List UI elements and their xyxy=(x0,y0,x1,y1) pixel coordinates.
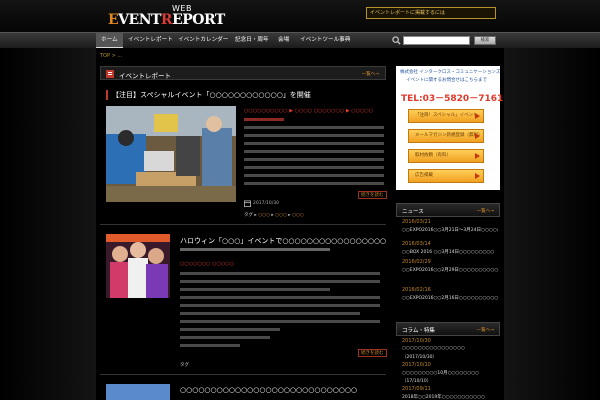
logo-brand: EVENTREPORT xyxy=(108,12,225,28)
news-date: 2016/03/21 xyxy=(402,219,431,225)
contact-ad: 株式会社 インタークロス・コミュニケーションズ イベントに関するお問合せはこちら… xyxy=(396,66,503,190)
arrow-right-icon xyxy=(475,173,480,179)
arrow-right-icon xyxy=(475,153,480,159)
breadcrumb[interactable]: TOP > ... xyxy=(100,53,122,59)
calendar-icon xyxy=(244,200,251,207)
news-more-link[interactable]: 一覧へ→ xyxy=(477,208,494,214)
nav-event-report[interactable]: イベントレポート xyxy=(128,33,173,48)
news-item[interactable]: ○○EXPO2016○○3月21日～3月24日○○○○○ xyxy=(402,227,498,233)
article-1-date: 2017/10/30 xyxy=(253,201,279,206)
nav-venue[interactable]: 会場 xyxy=(278,33,289,48)
column-item-date: （2017/10/30） xyxy=(402,355,437,360)
article-3-photo[interactable] xyxy=(106,384,170,400)
special-event-button[interactable]: 「注目！スペシャル」イベント xyxy=(408,109,484,123)
column-item[interactable]: 2018年○○2019年○○○○○○○○○○○ xyxy=(402,394,498,400)
article-3-title[interactable]: ○○○○○○○○○○○○○○○○○○○○○○○○○○○○○ xyxy=(180,386,386,396)
column-item[interactable]: ○○○○○○○○○10月○○○○○○○○ xyxy=(402,370,498,376)
article-2-tags: タグ xyxy=(180,363,189,368)
article-2-title[interactable]: ハロウィン「○○○」イベントで○○○○○○○○○○○○○○○○○○○○○○○○○… xyxy=(180,236,386,246)
site-header: WEB EVENTREPORT イベントレポートに掲載するには xyxy=(0,0,600,32)
column-date: 2017/10/30 xyxy=(402,338,431,344)
section-title: イベントレポート xyxy=(119,72,171,80)
news-date: 2016/02/16 xyxy=(402,287,431,293)
article-1-more[interactable]: 続きを読む xyxy=(358,191,387,199)
article-2-more[interactable]: 続きを読む xyxy=(358,349,387,357)
search-input[interactable] xyxy=(403,36,470,45)
news-item[interactable]: ○○EXPO2016○○2月29日○○○○○○○○○○ xyxy=(402,267,498,273)
ad-company: 株式会社 インタークロス・コミュニケーションズ xyxy=(400,70,501,75)
column-header: コラム・特集 一覧へ→ xyxy=(396,322,500,336)
arrow-right-icon xyxy=(475,113,480,119)
column-title: コラム・特集 xyxy=(402,328,435,334)
news-item[interactable]: ○○BOX 2016 ○○3月14日○○○○○○○○○ xyxy=(402,249,498,255)
article-1-photo[interactable] xyxy=(106,106,236,202)
newsletter-button[interactable]: メールマガジン新規登録（無料） xyxy=(408,129,484,143)
advertising-button[interactable]: 広告掲載 xyxy=(408,169,484,183)
search-button[interactable]: 検索 xyxy=(474,36,496,45)
nav-event-tools[interactable]: イベントツール事典 xyxy=(300,33,350,48)
article-title-bar xyxy=(106,90,108,100)
news-title: ニュース xyxy=(402,209,424,215)
section-more-link[interactable]: 一覧へ→ xyxy=(362,71,379,77)
site-logo[interactable]: WEB EVENTREPORT xyxy=(108,4,225,28)
article-2-tagline[interactable]: ○○○○○○○ ○○○○○ xyxy=(180,261,234,267)
column-more-link[interactable]: 一覧へ→ xyxy=(477,327,494,333)
column-date: 2017/09/11 xyxy=(402,386,431,392)
news-date: 2016/02/29 xyxy=(402,259,431,265)
news-header: ニュース 一覧へ→ xyxy=(396,203,500,217)
report-icon xyxy=(106,70,114,78)
right-background xyxy=(504,48,600,400)
nav-home[interactable]: ホーム xyxy=(96,33,123,48)
nav-event-calendar[interactable]: イベントカレンダー xyxy=(178,33,228,48)
news-date: 2016/03/14 xyxy=(402,241,431,247)
main-nav: ホーム イベントレポート イベントカレンダー 記念日・周年 会場 イベントツール… xyxy=(0,32,600,48)
article-2-photo[interactable] xyxy=(106,234,170,298)
article-1-tagline[interactable]: ○○○○○○○○○○ ▶ ○○○○ ○○○○○○○ ▶ ○○○○○ xyxy=(244,108,373,114)
ad-phone[interactable]: TEL:03－5820－7161 xyxy=(401,91,503,104)
article-1-title[interactable]: 【注目】スペシャルイベント「○○○○○○○○○○○○」を開催 xyxy=(112,90,382,100)
arrow-right-icon xyxy=(475,133,480,139)
column-item-date: （17/10/10） xyxy=(402,379,432,384)
coverage-request-button[interactable]: 取材依頼（有料） xyxy=(408,149,484,163)
left-background xyxy=(0,48,96,400)
search-icon xyxy=(392,36,401,45)
column-date: 2017/10/10 xyxy=(402,362,431,368)
section-header: イベントレポート 一覧へ→ xyxy=(100,66,386,80)
column-item[interactable]: ○○○○○○○○○○○○○○○○ xyxy=(402,346,498,351)
submit-event-link[interactable]: イベントレポートに掲載するには xyxy=(366,7,496,19)
article-1-tags: タグ ▸ ○○○ ▸ ○○○ ▸ ○○○ xyxy=(244,213,304,218)
news-item[interactable]: ○○EXPO2016○○2月16日○○○○○○○○○○ xyxy=(402,295,498,301)
ad-subtitle: イベントに関するお問合せはこちらまで xyxy=(406,78,487,83)
nav-anniversary[interactable]: 記念日・周年 xyxy=(235,33,269,48)
